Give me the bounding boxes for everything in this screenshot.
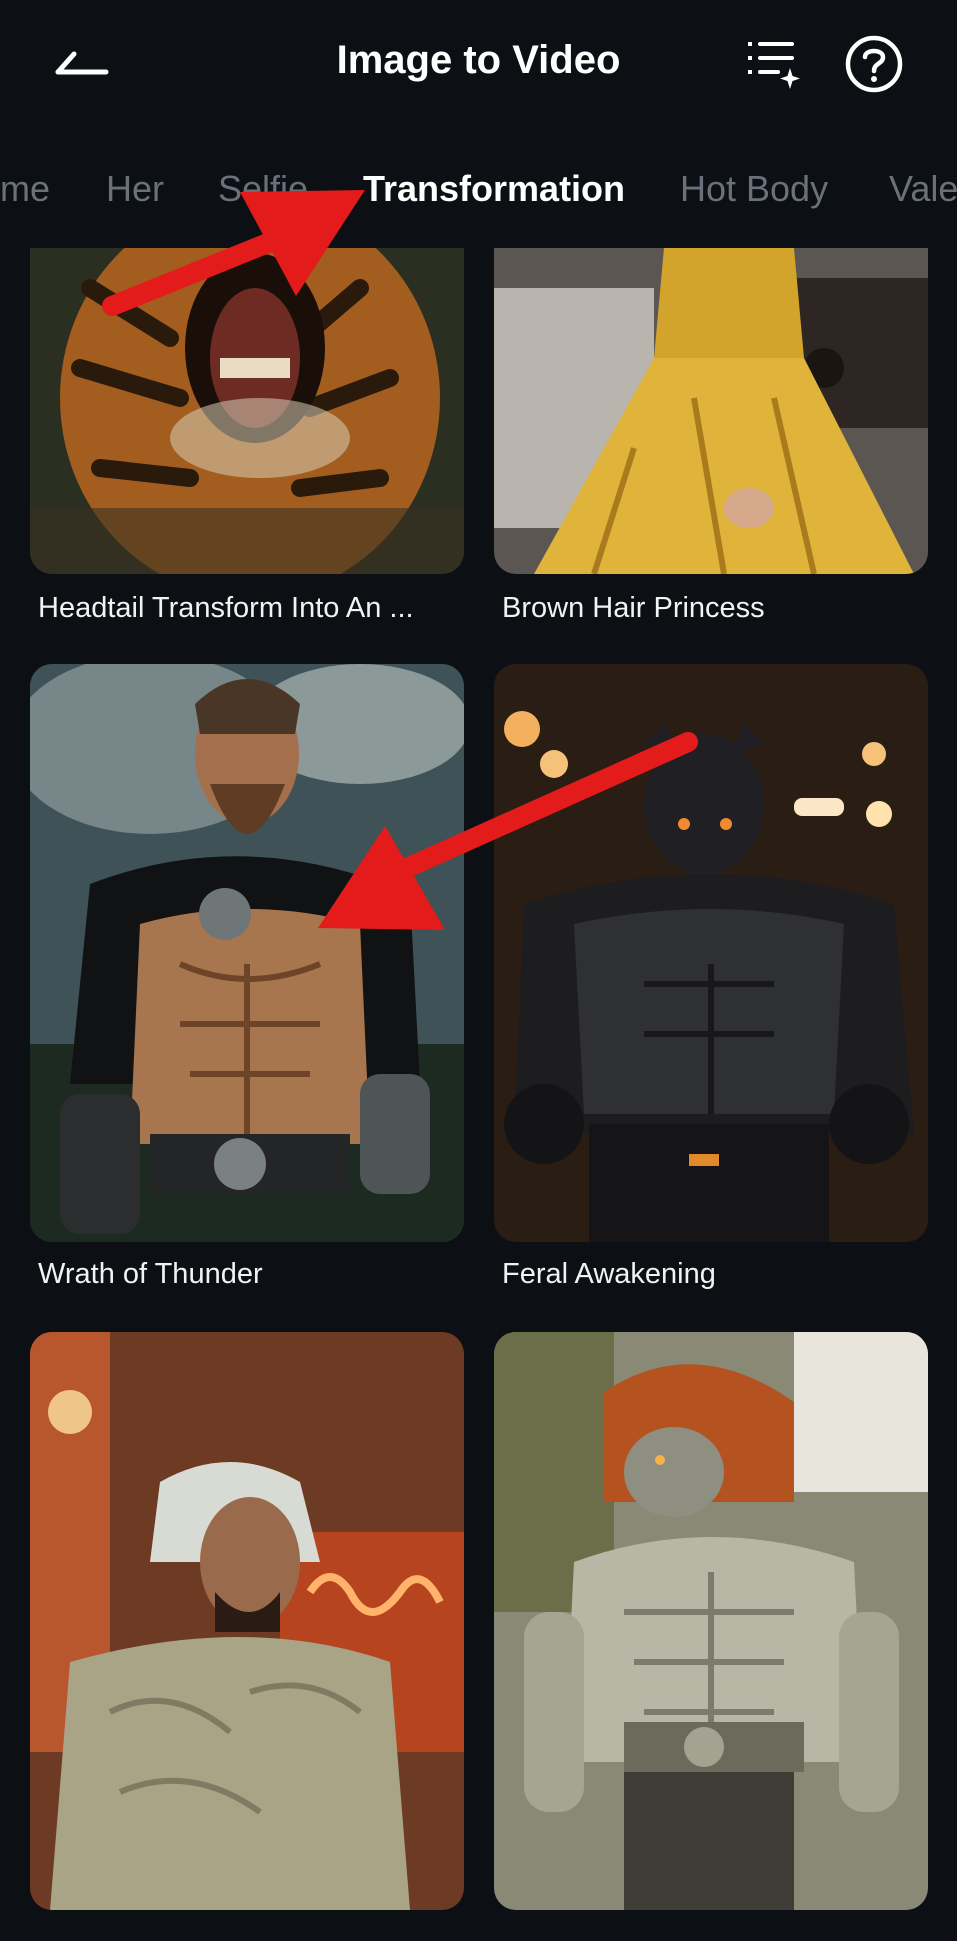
category-tabs: me Her Selfie Transformation Hot Body Va… xyxy=(0,160,957,224)
tab-selfie[interactable]: Selfie xyxy=(218,168,308,210)
template-card-tiger[interactable] xyxy=(30,248,464,578)
template-card-wrath-of-thunder[interactable] xyxy=(30,664,464,1244)
template-grid: Headtail Transform Into An ... Brown Hai… xyxy=(0,248,957,1941)
tiger-thumbnail xyxy=(30,248,464,574)
back-button[interactable] xyxy=(40,30,124,94)
help-button[interactable] xyxy=(840,30,908,98)
top-app-bar: Image to Video xyxy=(0,0,957,130)
tab-her[interactable]: Her xyxy=(106,168,164,210)
turban-warrior-thumbnail xyxy=(30,1332,464,1910)
lion-warrior-thumbnail xyxy=(494,1332,928,1910)
template-card-feral-awakening[interactable] xyxy=(494,664,928,1244)
template-card-lion-warrior[interactable] xyxy=(494,1332,928,1912)
page-title: Image to Video xyxy=(336,38,621,82)
template-card-princess[interactable] xyxy=(494,248,928,578)
template-card-turban-warrior[interactable] xyxy=(30,1332,464,1912)
tab-valentine[interactable]: Vale xyxy=(889,168,957,210)
templates-list-button[interactable] xyxy=(740,34,808,94)
princess-thumbnail xyxy=(494,248,928,574)
sparkle-list-icon xyxy=(748,42,800,89)
help-circle-icon xyxy=(845,35,903,93)
card-label-wrath-of-thunder: Wrath of Thunder xyxy=(38,1258,263,1290)
tab-home[interactable]: me xyxy=(0,168,50,210)
card-label-headtail: Headtail Transform Into An ... xyxy=(38,592,414,624)
card-label-feral-awakening: Feral Awakening xyxy=(502,1258,716,1290)
tab-transformation[interactable]: Transformation xyxy=(363,168,625,210)
tab-hot-body[interactable]: Hot Body xyxy=(680,168,828,210)
wrath-of-thunder-thumbnail xyxy=(30,664,464,1242)
back-arrow-icon xyxy=(55,51,109,75)
feral-awakening-thumbnail xyxy=(494,664,928,1242)
card-label-brown-hair-princess: Brown Hair Princess xyxy=(502,592,765,624)
